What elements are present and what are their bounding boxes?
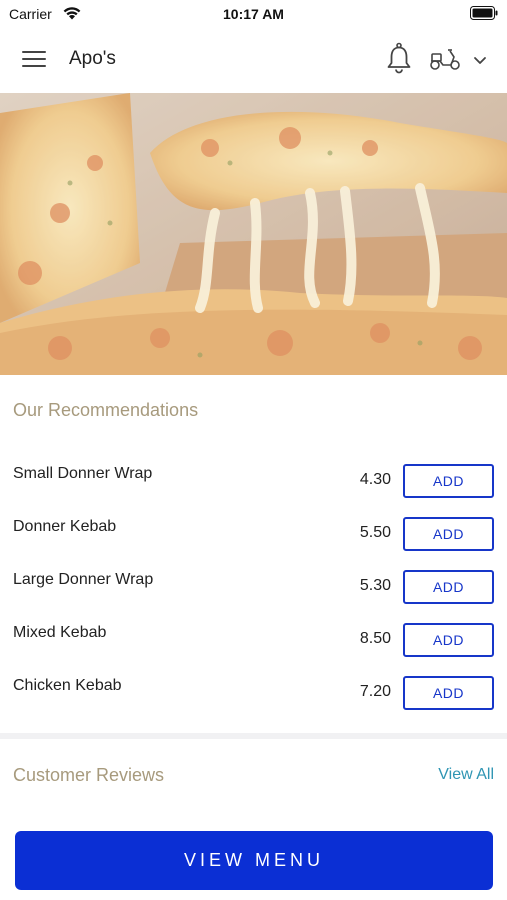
reviews-title: Customer Reviews — [13, 765, 165, 785]
list-item: Large Donner Wrap 5.30 ADD — [0, 560, 507, 613]
clock: 10:17 AM — [223, 6, 284, 22]
chevron-down-icon[interactable] — [470, 52, 490, 68]
add-button[interactable]: ADD — [403, 623, 494, 657]
item-price: 5.50 — [359, 524, 391, 541]
item-price: 4.30 — [359, 471, 391, 488]
item-name: Chicken Kebab — [13, 677, 122, 694]
battery-icon — [470, 6, 498, 20]
restaurant-name: Apo's — [69, 48, 116, 69]
add-button[interactable]: ADD — [403, 517, 494, 551]
view-all-link[interactable]: View All — [438, 766, 494, 784]
hero-pizza-image — [0, 93, 507, 375]
menu-button[interactable] — [22, 48, 48, 70]
add-button[interactable]: ADD — [403, 570, 494, 604]
item-price: 7.20 — [359, 683, 391, 700]
recommendations-list: Small Donner Wrap 4.30 ADD Donner Kebab … — [0, 454, 507, 719]
item-name: Donner Kebab — [13, 518, 117, 535]
item-name: Large Donner Wrap — [13, 571, 154, 588]
list-item: Donner Kebab 5.50 ADD — [0, 507, 507, 560]
add-button[interactable]: ADD — [403, 676, 494, 710]
view-menu-button[interactable]: VIEW MENU — [15, 831, 493, 890]
list-item: Chicken Kebab 7.20 ADD — [0, 666, 507, 719]
item-price: 8.50 — [359, 630, 391, 647]
item-name: Mixed Kebab — [13, 624, 107, 641]
app-header: Apo's — [0, 28, 507, 93]
status-bar: Carrier 10:17 AM — [0, 0, 507, 28]
add-button[interactable]: ADD — [403, 464, 494, 498]
list-item: Small Donner Wrap 4.30 ADD — [0, 454, 507, 507]
list-item: Mixed Kebab 8.50 ADD — [0, 613, 507, 666]
recommendations-title: Our Recommendations — [13, 400, 199, 420]
delivery-scooter-icon[interactable] — [428, 46, 462, 72]
item-name: Small Donner Wrap — [13, 465, 153, 482]
item-price: 5.30 — [359, 577, 391, 594]
section-divider — [0, 733, 507, 739]
bell-icon[interactable] — [385, 42, 413, 74]
